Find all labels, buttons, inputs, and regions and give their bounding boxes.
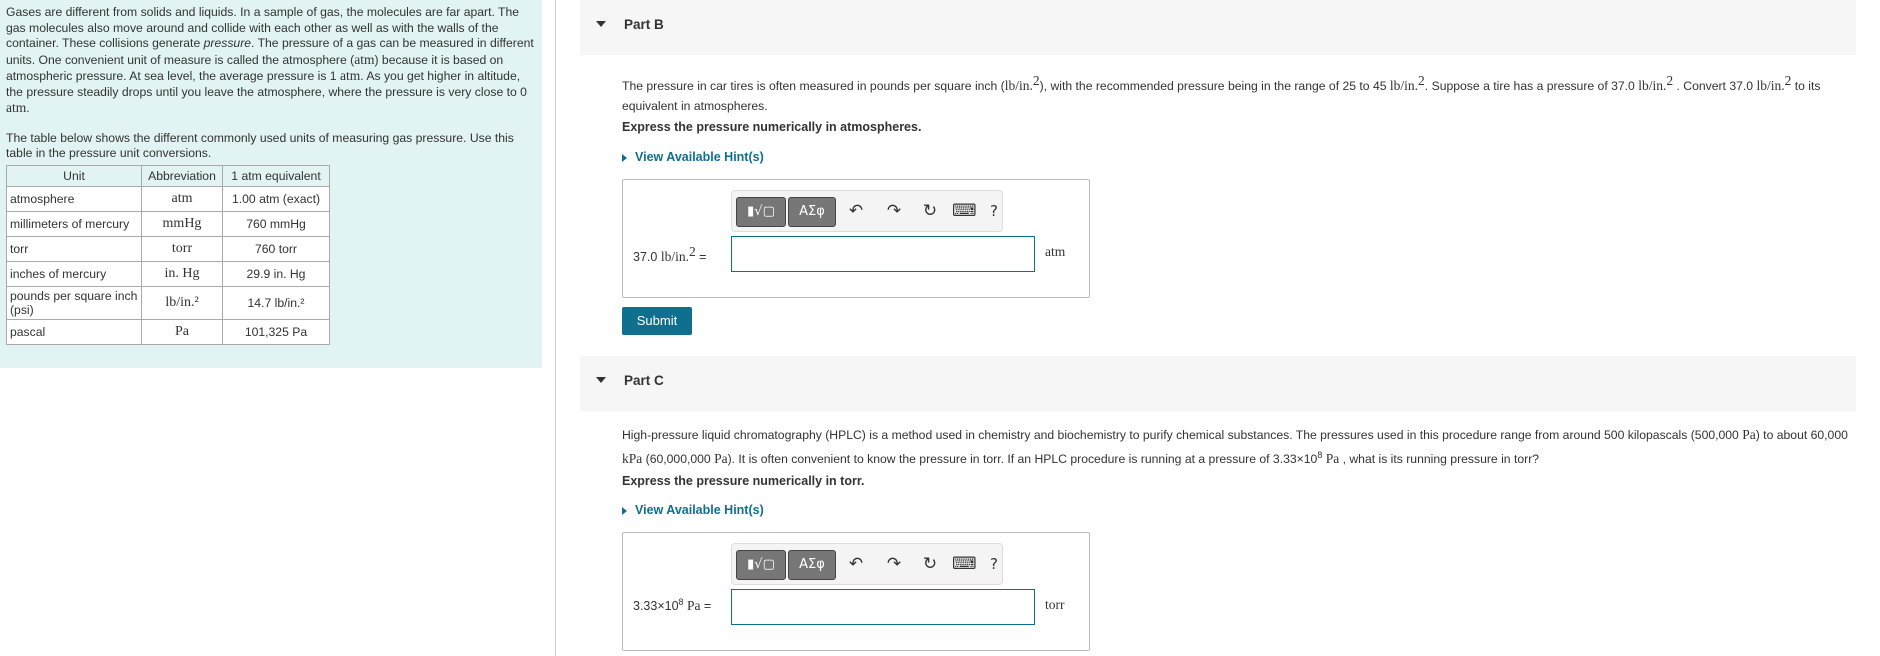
table-cell: 14.7 lb/in.²: [222, 286, 330, 320]
table-row: inches of mercury in. Hg 29.9 in. Hg: [6, 261, 330, 287]
math-toolbar: ▮√▢ ΑΣφ ↶ ↷ ↻ ⌨ ?: [731, 190, 1003, 232]
part-c-title: Part C: [624, 373, 664, 388]
table-cell: 1.00 atm (exact): [222, 186, 330, 212]
help-icon[interactable]: ?: [982, 198, 1006, 224]
table-cell: atm: [171, 191, 193, 206]
part-b-answer-box: ▮√▢ ΑΣφ ↶ ↷ ↻ ⌨ ? 37.0 lb/in.2 = atm: [622, 179, 1090, 298]
reset-icon[interactable]: ↻: [918, 551, 942, 577]
table-cell: 29.9 in. Hg: [222, 261, 330, 287]
table-cell: atmosphere: [6, 186, 142, 212]
table-cell: pascal: [6, 319, 142, 345]
intro-text: Gases are different from solids and liqu…: [6, 5, 536, 162]
table-header-row: Unit Abbreviation 1 atm equivalent: [6, 165, 330, 187]
pressure-units-table: Unit Abbreviation 1 atm equivalent atmos…: [6, 165, 330, 345]
intro-paragraph-2: The table below shows the different comm…: [6, 130, 514, 161]
triangle-down-icon[interactable]: [596, 21, 606, 27]
part-c-question: High-pressure liquid chromatography (HPL…: [622, 427, 1848, 467]
table-cell: torr: [6, 236, 142, 262]
table-cell: 760 torr: [222, 236, 330, 262]
table-header: Unit: [6, 165, 142, 187]
table-cell: 101,325 Pa: [222, 319, 330, 345]
undo-icon[interactable]: ↶: [844, 551, 868, 577]
table-row: atmosphere atm 1.00 atm (exact): [6, 186, 330, 212]
part-c-answer-input[interactable]: [731, 589, 1035, 625]
part-c-answer-label: 3.33×108 Pa =: [633, 597, 712, 614]
undo-icon[interactable]: ↶: [844, 198, 868, 224]
part-b-answer-input[interactable]: [731, 236, 1035, 272]
part-b-header[interactable]: Part B: [580, 0, 1856, 55]
table-header: 1 atm equivalent: [222, 165, 330, 187]
table-cell: in. Hg: [164, 266, 200, 281]
table-cell: millimeters of mercury: [6, 211, 142, 237]
part-b-hint-link[interactable]: View Available Hint(s): [622, 150, 764, 164]
table-cell: 760 mmHg: [222, 211, 330, 237]
triangle-right-icon: [622, 153, 627, 162]
symbols-button[interactable]: ΑΣφ: [788, 197, 836, 227]
part-b-answer-label: 37.0 lb/in.2 =: [633, 244, 707, 265]
templates-button[interactable]: ▮√▢: [736, 197, 786, 227]
triangle-down-icon[interactable]: [596, 377, 606, 383]
part-c-instruction: Express the pressure numerically in torr…: [622, 474, 865, 488]
symbols-button[interactable]: ΑΣφ: [788, 550, 836, 580]
table-header: Abbreviation: [141, 165, 223, 187]
table-row: pascal Pa 101,325 Pa: [6, 319, 330, 345]
reset-icon[interactable]: ↻: [918, 198, 942, 224]
intro-panel: Gases are different from solids and liqu…: [0, 0, 542, 368]
math-toolbar: ▮√▢ ΑΣφ ↶ ↷ ↻ ⌨ ?: [731, 543, 1003, 585]
part-b-question: The pressure in car tires is often measu…: [622, 73, 1821, 114]
part-b-title: Part B: [624, 17, 664, 32]
part-c-answer-unit: torr: [1045, 597, 1065, 612]
table-cell: mmHg: [162, 216, 202, 231]
templates-button[interactable]: ▮√▢: [736, 550, 786, 580]
part-c-answer-box: ▮√▢ ΑΣφ ↶ ↷ ↻ ⌨ ? 3.33×108 Pa = torr: [622, 532, 1090, 651]
table-cell: lb/in.²: [165, 295, 199, 310]
table-cell: inches of mercury: [6, 261, 142, 287]
table-row: millimeters of mercury mmHg 760 mmHg: [6, 211, 330, 237]
redo-icon[interactable]: ↷: [882, 551, 906, 577]
part-b-answer-unit: atm: [1045, 244, 1066, 259]
part-b-instruction: Express the pressure numerically in atmo…: [622, 120, 922, 134]
table-cell: pounds per square inch (psi): [6, 286, 142, 320]
triangle-right-icon: [622, 506, 627, 515]
pane-divider: [555, 0, 556, 656]
redo-icon[interactable]: ↷: [882, 198, 906, 224]
help-icon[interactable]: ?: [982, 551, 1006, 577]
table-row: torr torr 760 torr: [6, 236, 330, 262]
intro-paragraph-1: Gases are different from solids and liqu…: [6, 5, 534, 115]
keyboard-icon[interactable]: ⌨: [952, 198, 977, 224]
table-cell: torr: [171, 241, 193, 256]
keyboard-icon[interactable]: ⌨: [952, 551, 977, 577]
table-cell: Pa: [175, 324, 189, 339]
table-row: pounds per square inch (psi) lb/in.² 14.…: [6, 286, 330, 320]
part-c-hint-link[interactable]: View Available Hint(s): [622, 503, 764, 517]
part-c-header[interactable]: Part C: [580, 356, 1856, 411]
submit-button[interactable]: Submit: [622, 307, 692, 335]
